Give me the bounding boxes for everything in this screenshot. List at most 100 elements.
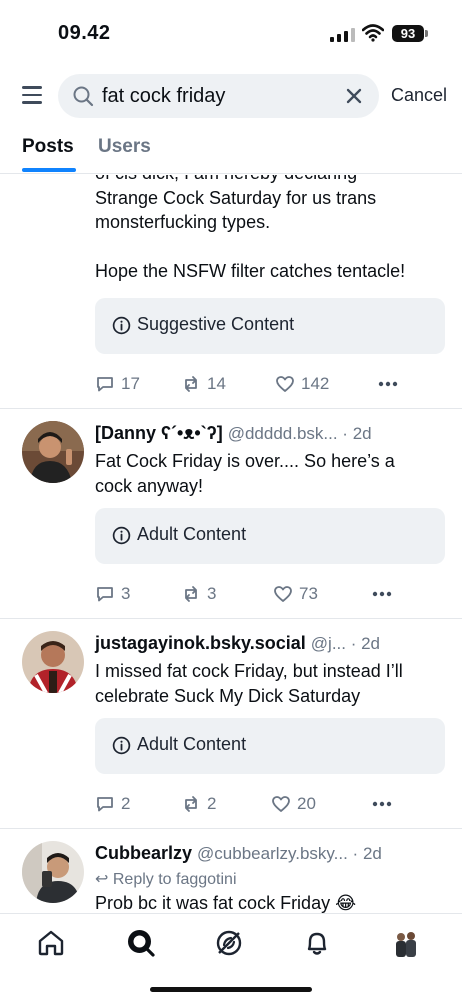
profile-avatar[interactable] bbox=[391, 928, 421, 958]
heart-icon bbox=[272, 796, 290, 812]
cellular-signal-icon bbox=[330, 28, 355, 42]
search-header: Cancel bbox=[0, 74, 462, 120]
author-name[interactable]: [Danny ʕ´•ᴥ•`ʔ] bbox=[95, 423, 223, 443]
post-text: Fat Cock Friday is over.... So here’s a … bbox=[95, 449, 445, 498]
like-button[interactable]: 20 bbox=[271, 792, 316, 816]
wifi-icon bbox=[362, 24, 384, 42]
search-field[interactable] bbox=[58, 74, 379, 118]
post-actions: 2 2 20 bbox=[95, 792, 445, 816]
author-name[interactable]: justagayinok.bsky.social bbox=[95, 633, 306, 653]
avatar[interactable] bbox=[22, 631, 84, 693]
heart-icon bbox=[276, 376, 294, 392]
posts-feed[interactable]: of cis dick, I am hereby declaring Stran… bbox=[0, 175, 462, 913]
repost-button[interactable]: 3 bbox=[181, 582, 216, 606]
menu-icon[interactable] bbox=[22, 86, 42, 104]
repost-count: 3 bbox=[207, 584, 217, 603]
search-icon[interactable] bbox=[126, 928, 156, 958]
clear-search-icon[interactable] bbox=[345, 87, 363, 105]
content-warning-button[interactable]: Adult Content bbox=[95, 508, 445, 564]
home-icon[interactable] bbox=[36, 928, 66, 958]
post-header: [Danny ʕ´•ᴥ•`ʔ] @ddddd.bsk... · 2d bbox=[95, 423, 372, 444]
reply-to-line[interactable]: ↩ Reply to faggotini bbox=[95, 869, 237, 889]
author-handle[interactable]: @ddddd.bsk... · 2d bbox=[228, 424, 372, 443]
post-text: I missed fat cock Friday, but instead I’… bbox=[95, 659, 445, 708]
post-card[interactable]: justagayinok.bsky.social @j... · 2d I mi… bbox=[0, 619, 462, 829]
post-header: justagayinok.bsky.social @j... · 2d bbox=[95, 633, 380, 654]
like-button[interactable]: 73 bbox=[273, 582, 318, 606]
author-handle[interactable]: @cubbearlzy.bsky... · 2d bbox=[197, 844, 382, 863]
avatar-image bbox=[22, 421, 84, 483]
reply-count: 2 bbox=[121, 794, 131, 813]
author-handle[interactable]: @j... · 2d bbox=[311, 634, 380, 653]
author-name[interactable]: Cubbearlzy bbox=[95, 843, 192, 863]
post-text: of cis dick, I am hereby declaring Stran… bbox=[95, 175, 445, 284]
battery-icon: 93 bbox=[392, 25, 424, 42]
more-options-icon[interactable] bbox=[376, 372, 400, 396]
search-tabs: Posts Users bbox=[0, 128, 462, 174]
like-count: 142 bbox=[301, 374, 330, 393]
battery-tip bbox=[425, 30, 428, 37]
reply-button[interactable]: 2 bbox=[95, 792, 130, 816]
post-card[interactable]: [Danny ʕ´•ᴥ•`ʔ] @ddddd.bsk... · 2d Fat C… bbox=[0, 409, 462, 619]
info-icon bbox=[112, 526, 131, 545]
active-tab-indicator bbox=[22, 168, 76, 172]
content-warning-label: Adult Content bbox=[137, 734, 247, 754]
post-text-line: I missed fat cock Friday, but instead I’… bbox=[95, 661, 403, 681]
info-icon bbox=[112, 316, 131, 335]
post-text-line: Fat Cock Friday is over.... So here’s a bbox=[95, 451, 395, 471]
reply-icon bbox=[97, 797, 113, 812]
tab-posts[interactable]: Posts bbox=[22, 136, 74, 158]
avatar-image bbox=[22, 841, 84, 903]
post-text-line: Prob bc it was fat cock Friday 😂 bbox=[95, 893, 357, 913]
info-icon bbox=[112, 736, 131, 755]
more-options-icon[interactable] bbox=[370, 792, 394, 816]
post-actions: 3 3 73 bbox=[95, 582, 445, 606]
avatar[interactable] bbox=[22, 841, 84, 903]
more-options-icon[interactable] bbox=[370, 582, 394, 606]
post-text: Prob bc it was fat cock Friday 😂 bbox=[95, 891, 445, 913]
status-time: 09.42 bbox=[58, 22, 111, 44]
post-card[interactable]: of cis dick, I am hereby declaring Stran… bbox=[0, 175, 462, 409]
like-button[interactable]: 142 bbox=[275, 372, 329, 396]
content-warning-button[interactable]: Adult Content bbox=[95, 718, 445, 774]
search-input[interactable] bbox=[102, 85, 342, 108]
post-text-line: cock anyway! bbox=[95, 475, 204, 496]
post-text-line bbox=[95, 235, 445, 260]
repost-button[interactable]: 2 bbox=[181, 792, 216, 816]
avatar-image bbox=[22, 631, 84, 693]
repost-icon bbox=[185, 376, 197, 392]
repost-button[interactable]: 14 bbox=[181, 372, 226, 396]
reply-count: 3 bbox=[121, 584, 131, 603]
post-text-line: celebrate Suck My Dick Saturday bbox=[95, 685, 361, 706]
bottom-nav bbox=[0, 913, 462, 1000]
post-card[interactable]: Cubbearlzy @cubbearlzy.bsky... · 2d ↩ Re… bbox=[0, 829, 462, 913]
reply-count: 17 bbox=[121, 374, 140, 393]
repost-count: 2 bbox=[207, 794, 217, 813]
post-text-line: Strange Cock Saturday for us trans bbox=[95, 187, 377, 208]
notifications-icon[interactable] bbox=[302, 928, 332, 958]
repost-count: 14 bbox=[207, 374, 226, 393]
content-warning-label: Adult Content bbox=[137, 524, 247, 544]
repost-icon bbox=[185, 796, 197, 812]
search-icon bbox=[73, 86, 94, 107]
post-header: Cubbearlzy @cubbearlzy.bsky... · 2d bbox=[95, 843, 382, 864]
tab-users[interactable]: Users bbox=[98, 136, 151, 158]
post-text-line: of cis dick, I am hereby declaring bbox=[95, 175, 445, 186]
reply-to-text: Reply to faggotini bbox=[112, 871, 237, 888]
cancel-button[interactable]: Cancel bbox=[391, 85, 447, 106]
reply-button[interactable]: 17 bbox=[95, 372, 140, 396]
post-text-line: Hope the NSFW filter catches tentacle! bbox=[95, 261, 406, 281]
feeds-icon[interactable] bbox=[214, 928, 244, 958]
status-bar: 09.42 93 bbox=[0, 0, 462, 70]
content-warning-label: Suggestive Content bbox=[137, 314, 295, 334]
post-text-line: monsterfucking types. bbox=[95, 212, 271, 232]
battery-level: 93 bbox=[400, 26, 416, 41]
repost-icon bbox=[185, 586, 197, 602]
home-indicator bbox=[150, 987, 312, 992]
post-actions: 17 14 142 bbox=[95, 372, 445, 396]
avatar[interactable] bbox=[22, 421, 84, 483]
like-count: 20 bbox=[297, 794, 316, 813]
content-warning-button[interactable]: Suggestive Content bbox=[95, 298, 445, 354]
like-count: 73 bbox=[299, 584, 318, 603]
reply-button[interactable]: 3 bbox=[95, 582, 130, 606]
